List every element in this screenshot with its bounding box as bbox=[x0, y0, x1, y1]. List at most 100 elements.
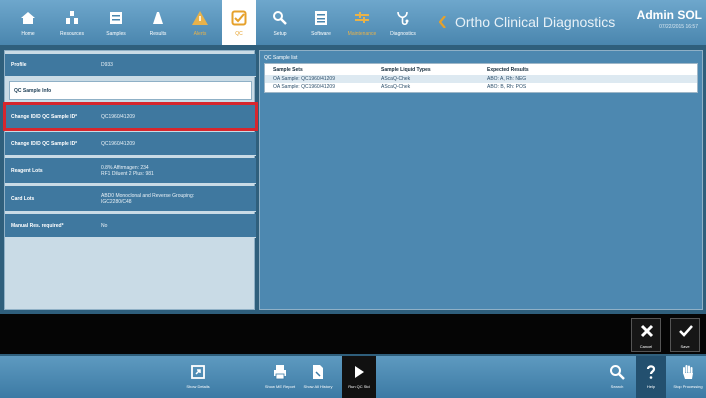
qc-sample-list-panel: QC Sample list Sample Sets Sample Liquid… bbox=[259, 50, 703, 310]
help-icon bbox=[646, 365, 656, 379]
cancel-button[interactable]: Cancel bbox=[631, 318, 661, 352]
manual-res-row[interactable]: Manual Res. required* No bbox=[5, 214, 256, 238]
checkmark-icon bbox=[679, 325, 693, 337]
results-icon bbox=[153, 12, 163, 24]
reagent-lots-value: 0.8% Affirmagen: 234 RF1 Diluent 2 Plus:… bbox=[101, 164, 154, 177]
table-row[interactable]: OA Sample: QC1960/41209 AScaQ-Chek ABO: … bbox=[265, 75, 697, 83]
change-qc-sample-id-label-2: Change ID/D QC Sample ID* bbox=[11, 140, 78, 147]
software-icon bbox=[315, 11, 327, 25]
alert-icon bbox=[192, 11, 208, 25]
qc-sample-table: Sample Sets Sample Liquid Types Expected… bbox=[264, 63, 698, 93]
bottom-toolbar: Show Details Show ME Report Show All His… bbox=[0, 356, 706, 398]
change-qc-sample-id-row[interactable]: Change ID/D QC Sample ID* QC1960/41209 bbox=[5, 132, 256, 156]
history-document-icon bbox=[313, 365, 323, 379]
qc-sample-list-title: QC Sample list bbox=[264, 55, 298, 61]
stop-processing-button[interactable]: Stop Processing bbox=[672, 356, 704, 398]
qc-sample-detail-panel: Profile D933 QC Sample Info Change ID/D … bbox=[3, 50, 258, 310]
hand-stop-icon bbox=[683, 365, 693, 379]
change-qc-sample-id-value: QC1960/41209 bbox=[101, 113, 135, 120]
nav-home-button[interactable]: Home bbox=[10, 0, 46, 45]
brand-name: Ortho Clinical Diagnostics bbox=[455, 14, 616, 30]
help-button[interactable]: Help bbox=[636, 356, 666, 398]
show-details-button[interactable]: Show Details bbox=[180, 356, 216, 398]
setup-icon bbox=[273, 11, 287, 25]
brand-logo-icon bbox=[439, 16, 446, 28]
nav-maintenance-label: Maintenance bbox=[347, 31, 377, 37]
nav-software-button[interactable]: Software bbox=[302, 0, 340, 45]
run-qc-button[interactable]: Run QC Std bbox=[342, 356, 376, 398]
profile-value: D933 bbox=[101, 62, 113, 68]
show-history-button[interactable]: Show All History bbox=[300, 356, 336, 398]
nav-setup-button[interactable]: Setup bbox=[262, 0, 298, 45]
table-cell: AScaQ-Chek bbox=[381, 84, 411, 90]
action-bar: Cancel Save bbox=[0, 314, 706, 354]
nav-qc-label: QC bbox=[235, 31, 243, 37]
column-header-liquid-types: Sample Liquid Types bbox=[381, 67, 431, 73]
run-qc-label: Run QC Std bbox=[348, 384, 370, 389]
printer-icon bbox=[274, 365, 286, 380]
reagent-lots-row[interactable]: Reagent Lots 0.8% Affirmagen: 234 RF1 Di… bbox=[5, 158, 256, 184]
profile-label: Profile bbox=[11, 62, 27, 68]
search-button[interactable]: Search bbox=[602, 356, 632, 398]
table-cell: OA Sample: QC1960/41209 bbox=[273, 76, 335, 82]
nav-maintenance-button[interactable]: Maintenance bbox=[342, 0, 382, 45]
diagnostics-icon bbox=[397, 11, 409, 26]
change-qc-sample-id-value-2: QC1960/41209 bbox=[101, 140, 135, 147]
close-icon bbox=[640, 324, 654, 338]
table-cell: OA Sample: QC1960/41209 bbox=[273, 84, 335, 90]
table-row[interactable]: OA Sample: QC1960/41209 AScaQ-Chek ABO: … bbox=[265, 83, 697, 91]
table-cell: ABO: B, Rh: POS bbox=[487, 84, 527, 90]
column-header-expected-results: Expected Results bbox=[487, 67, 529, 73]
save-button[interactable]: Save bbox=[670, 318, 700, 352]
resources-icon bbox=[66, 11, 78, 24]
help-label: Help bbox=[646, 384, 656, 389]
card-lots-label: Card Lots bbox=[11, 195, 35, 202]
table-header: Sample Sets Sample Liquid Types Expected… bbox=[265, 66, 697, 74]
nav-alerts-label: Alerts bbox=[193, 31, 207, 37]
home-icon bbox=[21, 12, 35, 24]
nav-alerts-button[interactable]: Alerts bbox=[182, 0, 218, 45]
nav-qc-button[interactable]: QC bbox=[222, 0, 256, 45]
nav-results-button[interactable]: Results bbox=[140, 0, 176, 45]
table-cell: AScaQ-Chek bbox=[381, 76, 411, 82]
show-history-label: Show All History bbox=[303, 384, 333, 389]
nav-setup-label: Setup bbox=[273, 31, 287, 37]
nav-results-label: Results bbox=[149, 31, 167, 37]
nav-home-label: Home bbox=[21, 31, 35, 37]
maintenance-icon bbox=[355, 12, 369, 23]
play-icon bbox=[355, 366, 364, 378]
show-me-report-label: Show ME Report bbox=[264, 384, 296, 389]
nav-samples-label: Samples bbox=[106, 31, 126, 37]
qc-sample-info-header: QC Sample Info bbox=[9, 81, 252, 100]
change-qc-sample-id-label: Change ID/D QC Sample ID* bbox=[11, 113, 78, 120]
top-navigation-bar: Home Resources Samples Results Alerts QC… bbox=[0, 0, 706, 45]
card-lots-value: ABD0 Monoclonal and Reverse Grouping: IG… bbox=[101, 192, 195, 205]
user-timestamp: 07/22/2015 16:57 bbox=[659, 24, 698, 30]
stop-processing-label: Stop Processing bbox=[673, 384, 703, 389]
cancel-label: Cancel bbox=[639, 344, 653, 349]
nav-resources-label: Resources bbox=[60, 31, 84, 37]
user-name: Admin SOL bbox=[636, 8, 702, 22]
show-me-report-button[interactable]: Show ME Report bbox=[262, 356, 298, 398]
reagent-lots-label: Reagent Lots bbox=[11, 167, 43, 174]
app-window: Home Resources Samples Results Alerts QC… bbox=[0, 0, 706, 398]
column-header-sample-sets: Sample Sets bbox=[273, 67, 303, 73]
table-cell: ABO: A, Rh: NEG bbox=[487, 76, 527, 82]
search-label: Search bbox=[610, 384, 624, 389]
expand-icon bbox=[191, 365, 205, 379]
qc-checkbox-icon bbox=[231, 10, 247, 26]
nav-resources-button[interactable]: Resources bbox=[52, 0, 92, 45]
nav-diagnostics-label: Diagnostics bbox=[390, 31, 416, 37]
manual-res-label: Manual Res. required* bbox=[11, 222, 64, 229]
qc-sample-info-label: QC Sample Info bbox=[14, 88, 52, 94]
nav-software-label: Software bbox=[311, 31, 331, 37]
card-lots-row[interactable]: Card Lots ABD0 Monoclonal and Reverse Gr… bbox=[5, 186, 256, 212]
save-label: Save bbox=[680, 344, 690, 349]
nav-diagnostics-button[interactable]: Diagnostics bbox=[384, 0, 422, 45]
samples-icon bbox=[110, 12, 122, 24]
search-icon bbox=[610, 365, 625, 380]
profile-row: Profile D933 bbox=[5, 54, 256, 77]
change-qc-sample-id-row-selected[interactable]: Change ID/D QC Sample ID* QC1960/41209 bbox=[3, 102, 258, 131]
show-details-label: Show Details bbox=[186, 384, 210, 389]
nav-samples-button[interactable]: Samples bbox=[98, 0, 134, 45]
